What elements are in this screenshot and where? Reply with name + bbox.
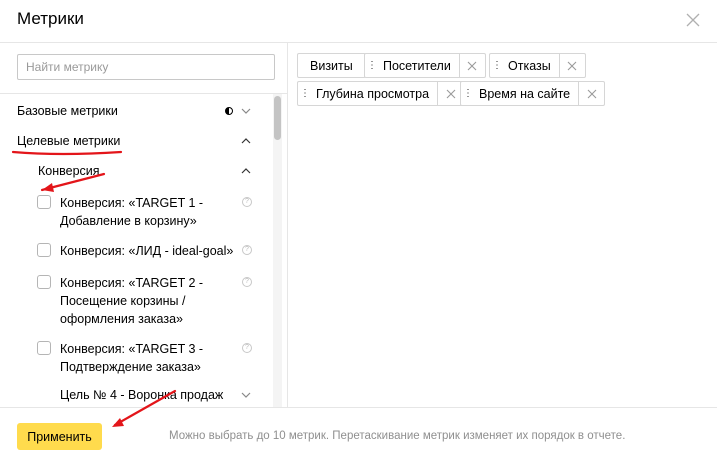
header-divider <box>0 42 717 43</box>
checkbox-lead[interactable] <box>37 243 51 257</box>
annotation-arrowhead <box>42 183 54 192</box>
drag-handle-icon[interactable]: ⋮ <box>365 54 379 77</box>
group-conversion[interactable]: Конверсия <box>38 164 100 178</box>
half-circle-icon <box>225 107 233 115</box>
chip-label: Отказы <box>508 58 551 73</box>
chip-visitors[interactable]: ⋮ Посетители <box>364 53 486 78</box>
chip-label: Время на сайте <box>479 86 571 101</box>
metric-search-field[interactable] <box>17 54 275 80</box>
item-label-line: Посещение корзины / <box>60 294 186 308</box>
chip-label: Визиты <box>310 58 353 73</box>
metric-search-input[interactable] <box>18 55 274 79</box>
group-basic-metrics[interactable]: Базовые метрики <box>17 104 118 118</box>
panel-divider <box>287 43 288 407</box>
item-label-line: Конверсия: «TARGET 3 - <box>60 342 204 356</box>
chip-visits[interactable]: Визиты <box>297 53 366 78</box>
checkbox-target-1[interactable] <box>37 195 51 209</box>
drag-handle-icon[interactable]: ⋮ <box>298 82 312 105</box>
drag-handle-icon[interactable]: ⋮ <box>490 54 504 77</box>
chevron-down-icon[interactable] <box>241 108 251 114</box>
close-icon <box>446 89 455 98</box>
help-icon[interactable]: ? <box>242 277 252 287</box>
chevron-up-icon[interactable] <box>241 168 251 174</box>
chip-bounces[interactable]: ⋮ Отказы <box>489 53 586 78</box>
item-target-3-label: Конверсия: «TARGET 3 - Подтверждение зак… <box>60 340 203 376</box>
group-goal-4[interactable]: Цель № 4 - Воронка продаж <box>60 388 223 402</box>
item-target-2-label: Конверсия: «TARGET 2 - Посещение корзины… <box>60 274 203 328</box>
drag-handle-icon[interactable]: ⋮ <box>461 82 475 105</box>
checkbox-target-2[interactable] <box>37 275 51 289</box>
group-goal-metrics[interactable]: Целевые метрики <box>17 134 120 148</box>
chevron-down-icon[interactable] <box>241 392 251 398</box>
item-label-line: Конверсия: «ЛИД - ideal-goal» <box>60 244 234 258</box>
help-icon[interactable]: ? <box>242 245 252 255</box>
item-lead-label: Конверсия: «ЛИД - ideal-goal» <box>60 242 233 260</box>
scrollbar-track[interactable] <box>273 94 282 407</box>
dialog-title: Метрики <box>17 9 84 28</box>
footer-divider <box>0 407 717 408</box>
annotation-arrowhead <box>112 418 124 427</box>
close-icon <box>567 61 577 70</box>
item-label-line: Конверсия: «TARGET 1 - <box>60 196 204 210</box>
metrics-dialog: Метрики Базовые метрики Целевые метрики … <box>0 0 717 459</box>
chip-depth[interactable]: ⋮ Глубина просмотра <box>297 81 465 106</box>
help-icon[interactable]: ? <box>242 343 252 353</box>
scrollbar-thumb[interactable] <box>274 96 281 140</box>
chip-label: Глубина просмотра <box>316 86 430 101</box>
item-target-1-label: Конверсия: «TARGET 1 - Добавление в корз… <box>60 194 203 230</box>
remove-bounces-button[interactable] <box>558 54 585 77</box>
remove-visitors-button[interactable] <box>458 54 485 77</box>
item-label-line: оформления заказа» <box>60 312 183 326</box>
chevron-up-icon[interactable] <box>241 138 251 144</box>
remove-time-button[interactable] <box>578 82 604 105</box>
item-label-line: Добавление в корзину» <box>60 214 197 228</box>
item-label-line: Конверсия: «TARGET 2 - <box>60 276 204 290</box>
help-icon[interactable]: ? <box>242 197 252 207</box>
footer-hint: Можно выбрать до 10 метрик. Перетаскиван… <box>169 430 626 442</box>
checkbox-target-3[interactable] <box>37 341 51 355</box>
close-icon <box>587 89 597 98</box>
close-icon <box>467 61 477 70</box>
search-divider <box>0 93 287 94</box>
chip-time[interactable]: ⋮ Время на сайте <box>460 81 606 106</box>
annotation-underline <box>11 150 123 156</box>
apply-button[interactable]: Применить <box>17 423 102 450</box>
item-label-line: Подтверждение заказа» <box>60 360 201 374</box>
close-icon[interactable] <box>685 12 701 28</box>
chip-label: Посетители <box>383 58 451 73</box>
